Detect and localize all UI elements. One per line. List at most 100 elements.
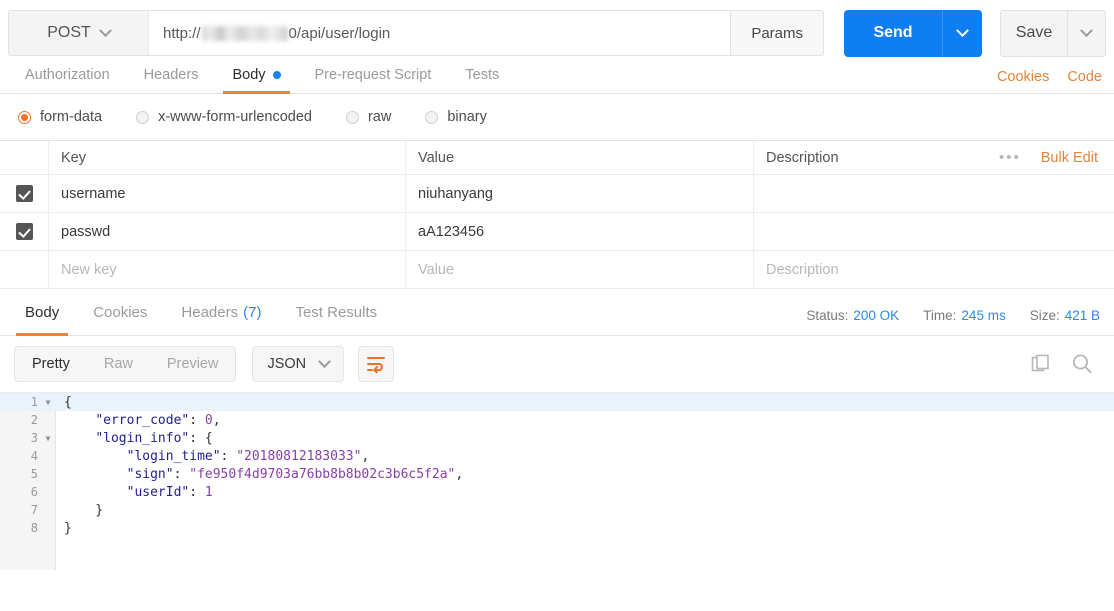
response-tab-test-results[interactable]: Test Results <box>278 290 394 335</box>
bulk-edit-link[interactable]: Bulk Edit <box>1041 150 1098 166</box>
body-type-option-raw[interactable]: raw <box>345 109 391 125</box>
request-tab-label: Tests <box>465 66 500 83</box>
code-token: 0 <box>204 412 213 428</box>
copy-icon <box>1031 354 1049 372</box>
row-description-input[interactable] <box>753 213 1114 250</box>
column-header-description: Description <box>753 141 999 174</box>
response-tab-label: Headers <box>181 304 239 321</box>
code-text: "login_time": "20180812183033", <box>56 448 370 464</box>
code-token: } <box>64 502 104 518</box>
code-line: 4 "login_time": "20180812183033", <box>0 447 1114 465</box>
response-tab-body[interactable]: Body <box>8 290 76 336</box>
column-header-key: Key <box>48 141 405 174</box>
radio-icon <box>345 110 359 124</box>
new-key-input[interactable]: New key <box>48 251 405 288</box>
code-line: 2 "error_code": 0, <box>0 411 1114 429</box>
header-checkbox-spacer <box>0 141 48 174</box>
code-token: "fe950f4d9703a76bb8b8b02c3b6c5f2a" <box>189 466 456 482</box>
code-token: "userId" <box>126 484 190 500</box>
save-button[interactable]: Save <box>1000 9 1068 57</box>
response-tab-cookies[interactable]: Cookies <box>76 290 164 335</box>
copy-button[interactable] <box>1030 353 1052 375</box>
code-token: , <box>455 466 464 482</box>
response-actions <box>1030 352 1100 376</box>
new-value-input[interactable]: Value <box>405 251 753 288</box>
fold-toggle-icon[interactable]: ▼ <box>40 434 56 443</box>
row-key-input[interactable]: username <box>48 175 405 212</box>
code-token: : <box>173 466 190 482</box>
url-input[interactable]: http:// 0/api/user/login <box>148 10 732 56</box>
row-checkbox[interactable] <box>15 185 33 202</box>
row-checkbox[interactable] <box>15 223 33 240</box>
line-number: 6 <box>30 485 38 499</box>
url-suffix-text: 0/api/user/login <box>288 24 391 42</box>
send-label: Send <box>873 24 913 41</box>
more-options-icon[interactable]: ••• <box>999 149 1021 166</box>
body-type-option-binary[interactable]: binary <box>425 109 487 125</box>
request-tab-label: Pre-request Script <box>314 66 432 83</box>
cookies-link[interactable]: Cookies <box>997 69 1049 85</box>
code-token: : <box>189 412 205 428</box>
time-label: Time: <box>923 308 957 323</box>
format-selector[interactable]: JSON <box>252 346 345 382</box>
body-type-option-form-data[interactable]: form-data <box>18 109 102 125</box>
size-label: Size: <box>1029 308 1060 323</box>
code-line: 7 } <box>0 501 1114 519</box>
line-number: 3 <box>30 431 38 445</box>
chevron-down-icon <box>98 23 112 37</box>
code-token: : <box>220 448 237 464</box>
search-icon <box>1073 354 1092 374</box>
format-label: JSON <box>267 356 307 372</box>
table-body: username niuhanyang passwd aA123456 New key V… <box>0 175 1114 289</box>
size-value: 421 B <box>1064 308 1100 323</box>
row-description-input[interactable] <box>753 175 1114 212</box>
view-mode-preview[interactable]: Preview <box>150 347 236 381</box>
row-value-input[interactable]: niuhanyang <box>405 175 753 212</box>
request-tab-headers[interactable]: Headers <box>127 56 216 93</box>
request-tab-body[interactable]: Body <box>215 56 297 94</box>
response-tab-headers[interactable]: Headers (7) <box>164 290 278 335</box>
row-value-input[interactable]: aA123456 <box>405 213 753 250</box>
code-line: 6 "userId": 1 <box>0 483 1114 501</box>
fold-toggle-icon[interactable]: ▼ <box>40 398 56 407</box>
code-lines: 1 ▼{2 "error_code": 0, 3 ▼ "login_info": {4… <box>0 393 1114 537</box>
code-line: 1 ▼ { <box>0 393 1114 411</box>
request-tab-pre-request-script[interactable]: Pre-request Script <box>298 56 449 93</box>
new-description-input[interactable]: Description <box>753 251 1114 288</box>
save-options-button[interactable] <box>1068 9 1106 57</box>
code-token: } <box>64 520 72 536</box>
search-button[interactable] <box>1070 352 1094 376</box>
save-button-group: Save <box>1000 9 1106 57</box>
body-type-option-x-www-form-urlencoded[interactable]: x-www-form-urlencoded <box>136 109 312 125</box>
response-tabs-container: Body Cookies Headers (7) Test Results <box>8 290 394 336</box>
view-mode-pretty[interactable]: Pretty <box>15 347 87 381</box>
code-token: : { <box>189 430 213 446</box>
response-body-viewer[interactable]: 1 ▼{2 "error_code": 0, 3 ▼ "login_info": {4… <box>0 392 1114 570</box>
body-type-label: binary <box>447 109 487 125</box>
status-value: 200 OK <box>853 308 900 323</box>
code-text: } <box>56 503 103 518</box>
row-key-input[interactable]: passwd <box>48 213 405 250</box>
table-header-actions: ••• Bulk Edit <box>999 149 1114 166</box>
line-number: 7 <box>30 503 38 517</box>
radio-icon <box>136 110 150 124</box>
response-tab-label: Body <box>25 304 60 321</box>
send-options-button[interactable] <box>942 9 982 57</box>
request-tab-tests[interactable]: Tests <box>448 56 516 93</box>
form-data-table: Key Value Description ••• Bulk Edit user… <box>0 140 1114 289</box>
column-header-value: Value <box>405 141 753 174</box>
word-wrap-button[interactable] <box>358 346 395 382</box>
send-button[interactable]: Send <box>844 9 942 57</box>
code-line: 3 ▼ "login_info": { <box>0 429 1114 447</box>
view-mode-raw[interactable]: Raw <box>87 347 150 381</box>
request-tab-authorization[interactable]: Authorization <box>8 56 127 93</box>
http-method-selector[interactable]: POST <box>8 10 148 56</box>
code-line: 5 "sign": "fe950f4d9703a76bb8b8b02c3b6c5… <box>0 465 1114 483</box>
view-mode-segmented-control: Pretty Raw Preview <box>14 346 237 382</box>
code-link[interactable]: Code <box>1067 69 1102 85</box>
response-meta: Status: 200 OK Time: 245 ms Size: 421 B <box>806 308 1114 335</box>
table-header-row: Key Value Description ••• Bulk Edit <box>0 141 1114 175</box>
response-tab-label: Test Results <box>295 304 378 321</box>
params-button[interactable]: Params <box>731 10 824 56</box>
